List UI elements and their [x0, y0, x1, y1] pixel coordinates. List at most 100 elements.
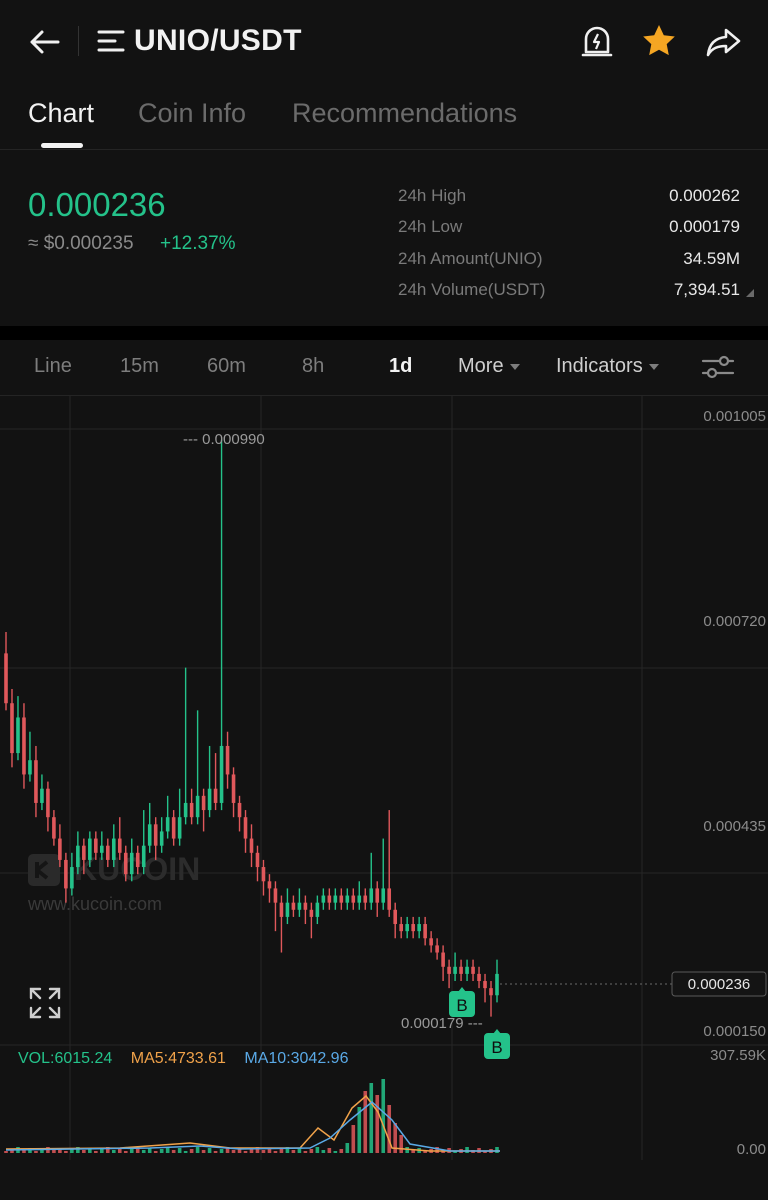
candle-body	[417, 924, 421, 932]
volume-bar	[207, 1148, 212, 1153]
volume-bar	[465, 1147, 469, 1153]
candle-body	[100, 845, 104, 853]
fiat-price: ≈ $0.000235	[28, 233, 134, 254]
timeframe-60m[interactable]: 60m	[207, 355, 246, 378]
back-arrow-icon[interactable]	[24, 22, 64, 62]
volume-bar	[52, 1150, 56, 1153]
candle-body	[129, 852, 134, 875]
candle-body	[189, 802, 194, 818]
tab-recommendations[interactable]: Recommendations	[292, 98, 517, 129]
volume-bar	[345, 1143, 350, 1153]
volume-bar	[219, 1149, 224, 1153]
candle-body	[495, 973, 499, 996]
price-alert-icon[interactable]	[578, 22, 616, 60]
indicators-dropdown[interactable]: Indicators	[556, 355, 659, 378]
timeframe-8h[interactable]: 8h	[302, 355, 324, 378]
tab-coin-info[interactable]: Coin Info	[138, 98, 246, 129]
y-tick-label: 0.000720	[703, 613, 766, 630]
candle-body	[285, 902, 290, 917]
high-price-label: --- 0.000990	[183, 431, 265, 448]
more-caret-icon	[509, 363, 520, 370]
candle-body	[423, 924, 427, 939]
candle-body	[435, 945, 439, 953]
chart-settings-icon[interactable]	[700, 352, 736, 382]
volume-bar	[141, 1150, 146, 1153]
share-icon[interactable]	[704, 22, 744, 62]
volume-bar	[4, 1151, 8, 1153]
candle-body	[153, 824, 158, 846]
buy-marker-pointer	[493, 1029, 501, 1034]
candle-body	[345, 895, 350, 903]
candle-body	[52, 817, 56, 839]
top-bar: UNIO/USDT	[0, 0, 768, 84]
candle-body	[381, 888, 386, 903]
candle-body	[447, 966, 451, 974]
volume-bar	[177, 1148, 182, 1153]
candle-body	[351, 895, 356, 903]
candle-body	[471, 966, 475, 974]
favorite-star-icon[interactable]	[640, 22, 678, 60]
volume-bar	[64, 1151, 68, 1153]
candle-body	[453, 966, 457, 974]
candle-body	[477, 973, 481, 982]
more-label: More	[458, 355, 504, 377]
chart-grid	[0, 396, 768, 1160]
candle-body	[309, 909, 314, 917]
volume-bar	[171, 1150, 176, 1153]
pair-title[interactable]: UNIO/USDT	[134, 24, 302, 58]
candle-body	[399, 924, 403, 932]
volume-bar	[273, 1151, 278, 1153]
volume-bar	[291, 1150, 296, 1153]
volume-bar	[309, 1149, 314, 1153]
tab-chart[interactable]: Chart	[28, 98, 94, 129]
candle-body	[483, 981, 487, 989]
candle-body	[333, 895, 338, 903]
volume-bar	[129, 1149, 134, 1153]
candle-body	[255, 852, 260, 868]
stat-value-volume: 7,394.51	[673, 280, 740, 299]
candle-body	[489, 988, 493, 996]
stat-label-volume: 24h Volume(USDT)	[398, 280, 546, 299]
timeframe-1d[interactable]: 1d	[389, 355, 412, 378]
price-change: +12.37%	[160, 233, 236, 254]
volume-bar	[195, 1147, 200, 1153]
candle-body	[207, 788, 212, 811]
last-price: 0.000236	[28, 186, 166, 223]
volume-bar	[321, 1150, 326, 1153]
section-divider	[0, 326, 768, 340]
candlestick-chart[interactable]: KUCOIN www.kucoin.com 0.0010050.0007200.…	[0, 396, 768, 1160]
candle-body	[441, 952, 445, 967]
candle-body	[219, 745, 224, 803]
chart-annotations: --- 0.000990 0.000179 --- 0.000236 B B	[183, 431, 767, 1059]
volume-bar	[381, 1079, 386, 1153]
candle-body	[231, 774, 236, 803]
buy-marker-label: B	[456, 996, 467, 1015]
menu-list-icon[interactable]	[96, 26, 126, 56]
volume-bar	[399, 1135, 403, 1153]
volume-bar	[201, 1150, 206, 1153]
volume-bar	[159, 1149, 164, 1153]
volume-bar	[34, 1151, 38, 1153]
candle-body	[291, 902, 296, 910]
volume-bar	[153, 1151, 158, 1153]
expand-corner-icon	[746, 289, 754, 297]
candle-body	[303, 902, 308, 910]
volume-bar	[123, 1151, 128, 1153]
y-tick-label: 0.001005	[703, 408, 766, 425]
candle-body	[165, 817, 170, 832]
candle-body	[465, 966, 469, 974]
stat-label-amount: 24h Amount(UNIO)	[398, 249, 543, 268]
timeframe-line[interactable]: Line	[34, 355, 72, 378]
fullscreen-expand-icon[interactable]	[28, 986, 62, 1020]
volume-bar	[315, 1147, 320, 1153]
more-dropdown[interactable]: More	[458, 355, 520, 378]
candle-body	[4, 653, 8, 704]
indicators-caret-icon	[648, 363, 659, 370]
candle-body	[267, 881, 272, 889]
last-price-tag-text: 0.000236	[688, 976, 751, 993]
candle-body	[105, 845, 110, 860]
timeframe-15m[interactable]: 15m	[120, 355, 159, 378]
axis-labels: 0.001005 0.000720 0.000435 0.000150 307.59K 0…	[703, 408, 766, 1158]
volume-bar	[375, 1095, 380, 1153]
volume-bar	[189, 1149, 194, 1153]
